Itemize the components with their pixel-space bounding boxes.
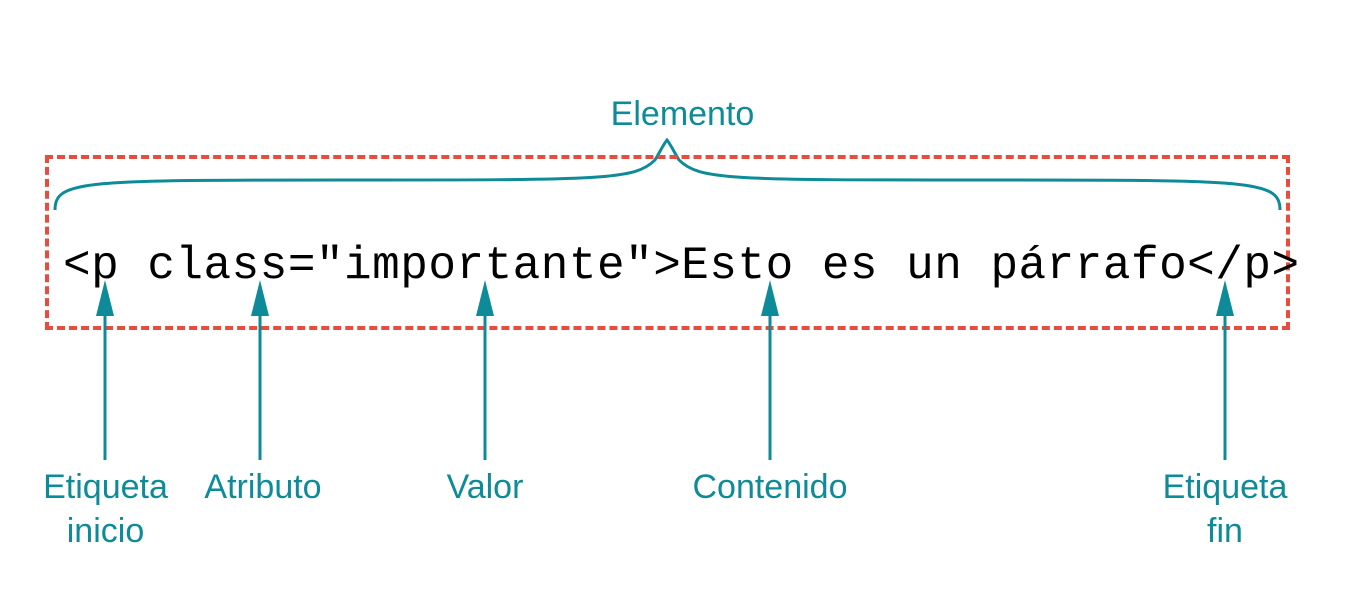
arrows-svg <box>0 280 1365 480</box>
element-label: Elemento <box>0 95 1365 134</box>
end-tag-label: Etiquetafin <box>1150 465 1300 553</box>
start-tag-label: Etiquetainicio <box>18 465 193 553</box>
diagram-canvas: Elemento <p class="importante">Esto es u… <box>0 0 1365 609</box>
content-label: Contenido <box>680 465 860 509</box>
value-label: Valor <box>430 465 540 509</box>
attribute-label: Atributo <box>198 465 328 509</box>
